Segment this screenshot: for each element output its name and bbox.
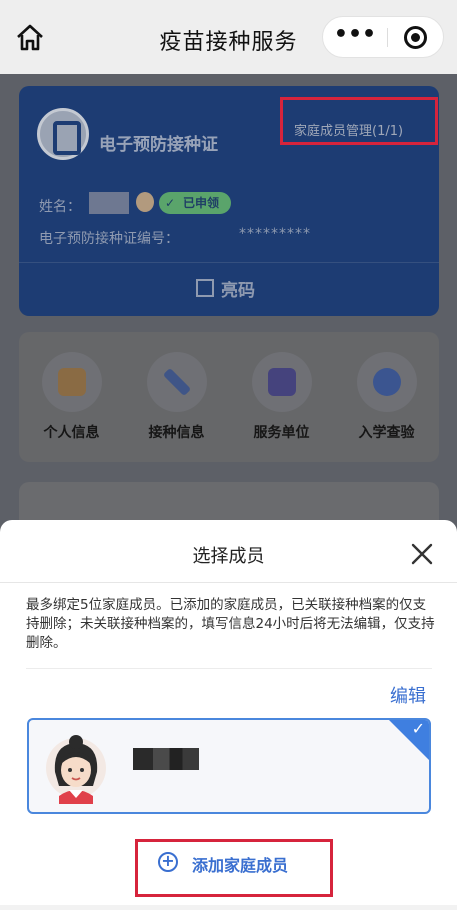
menu-item-label: 入学查验 [358,425,415,441]
top-navbar: 疫苗接种服务 ••• [0,0,457,74]
graduate-icon [356,352,417,412]
show-code-button[interactable]: 亮码 [221,276,255,301]
highlight-box-add-member [135,839,333,897]
highlight-box-family-manage [280,97,438,145]
name-redacted [89,192,129,214]
close-icon[interactable] [408,540,436,568]
select-member-sheet: 选择成员 最多绑定5位家庭成员。已添加的家庭成员，已关联接种档案的仅支持删除；未… [0,520,457,910]
cert-number-label: 电子预防接种证编号： [39,231,179,247]
name-label: 姓名： [39,199,81,215]
id-card-icon [41,352,102,412]
card-divider [19,262,439,263]
menu-item-label: 服务单位 [253,425,310,441]
bottom-safe-area [0,905,457,910]
edit-button[interactable]: 编辑 [390,682,426,708]
menu-item-school-check[interactable]: 入学查验 [334,352,439,462]
menu-item-label: 个人信息 [43,425,100,441]
mini-program-capsule: ••• [322,16,444,58]
notice-divider [26,668,432,669]
menu-item-label: 接种信息 [148,425,205,441]
capsule-divider [387,28,388,47]
qr-code-icon[interactable] [196,279,214,297]
certificate-logo-icon [37,108,89,160]
cert-number-value: ********* [239,226,311,242]
service-menu: 个人信息 接种信息 服务单位 入学查验 [19,332,439,462]
status-badge: 已申领 [159,192,232,214]
syringe-icon [146,352,207,412]
member-name-redacted [133,748,199,770]
avatar [46,735,106,804]
check-icon: ✓ [411,719,425,738]
menu-item-personal-info[interactable]: 个人信息 [19,352,124,462]
building-icon [251,352,312,412]
sheet-title: 选择成员 [192,546,265,567]
shield-icon [136,192,154,212]
sheet-divider [0,582,457,583]
certificate-title: 电子预防接种证 [99,135,218,155]
binding-notice: 最多绑定5位家庭成员。已添加的家庭成员，已关联接种档案的仅支持删除；未关联接种档… [26,597,435,651]
menu-item-vaccination-info[interactable]: 接种信息 [124,352,229,462]
member-card-selected[interactable]: ✓ [27,718,431,814]
more-icon[interactable]: ••• [333,17,377,57]
menu-item-service-unit[interactable]: 服务单位 [229,352,334,462]
target-close-icon[interactable] [404,26,427,49]
